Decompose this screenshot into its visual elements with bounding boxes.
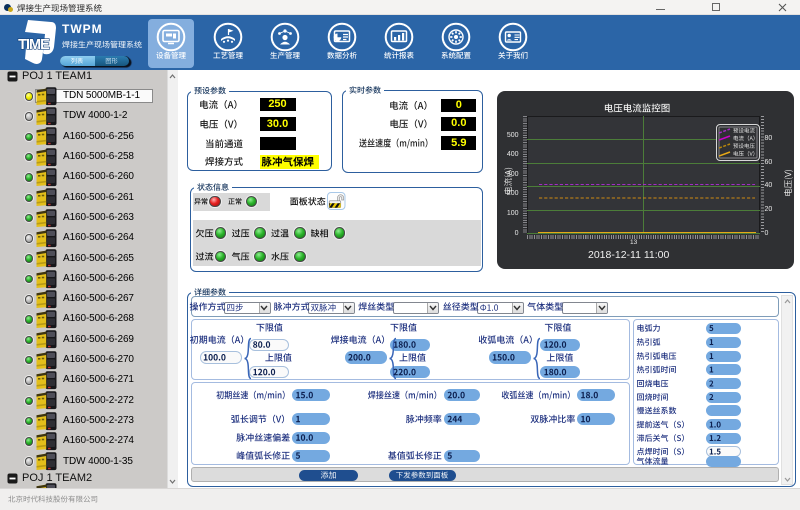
svg-text:TIME: TIME <box>18 37 50 53</box>
